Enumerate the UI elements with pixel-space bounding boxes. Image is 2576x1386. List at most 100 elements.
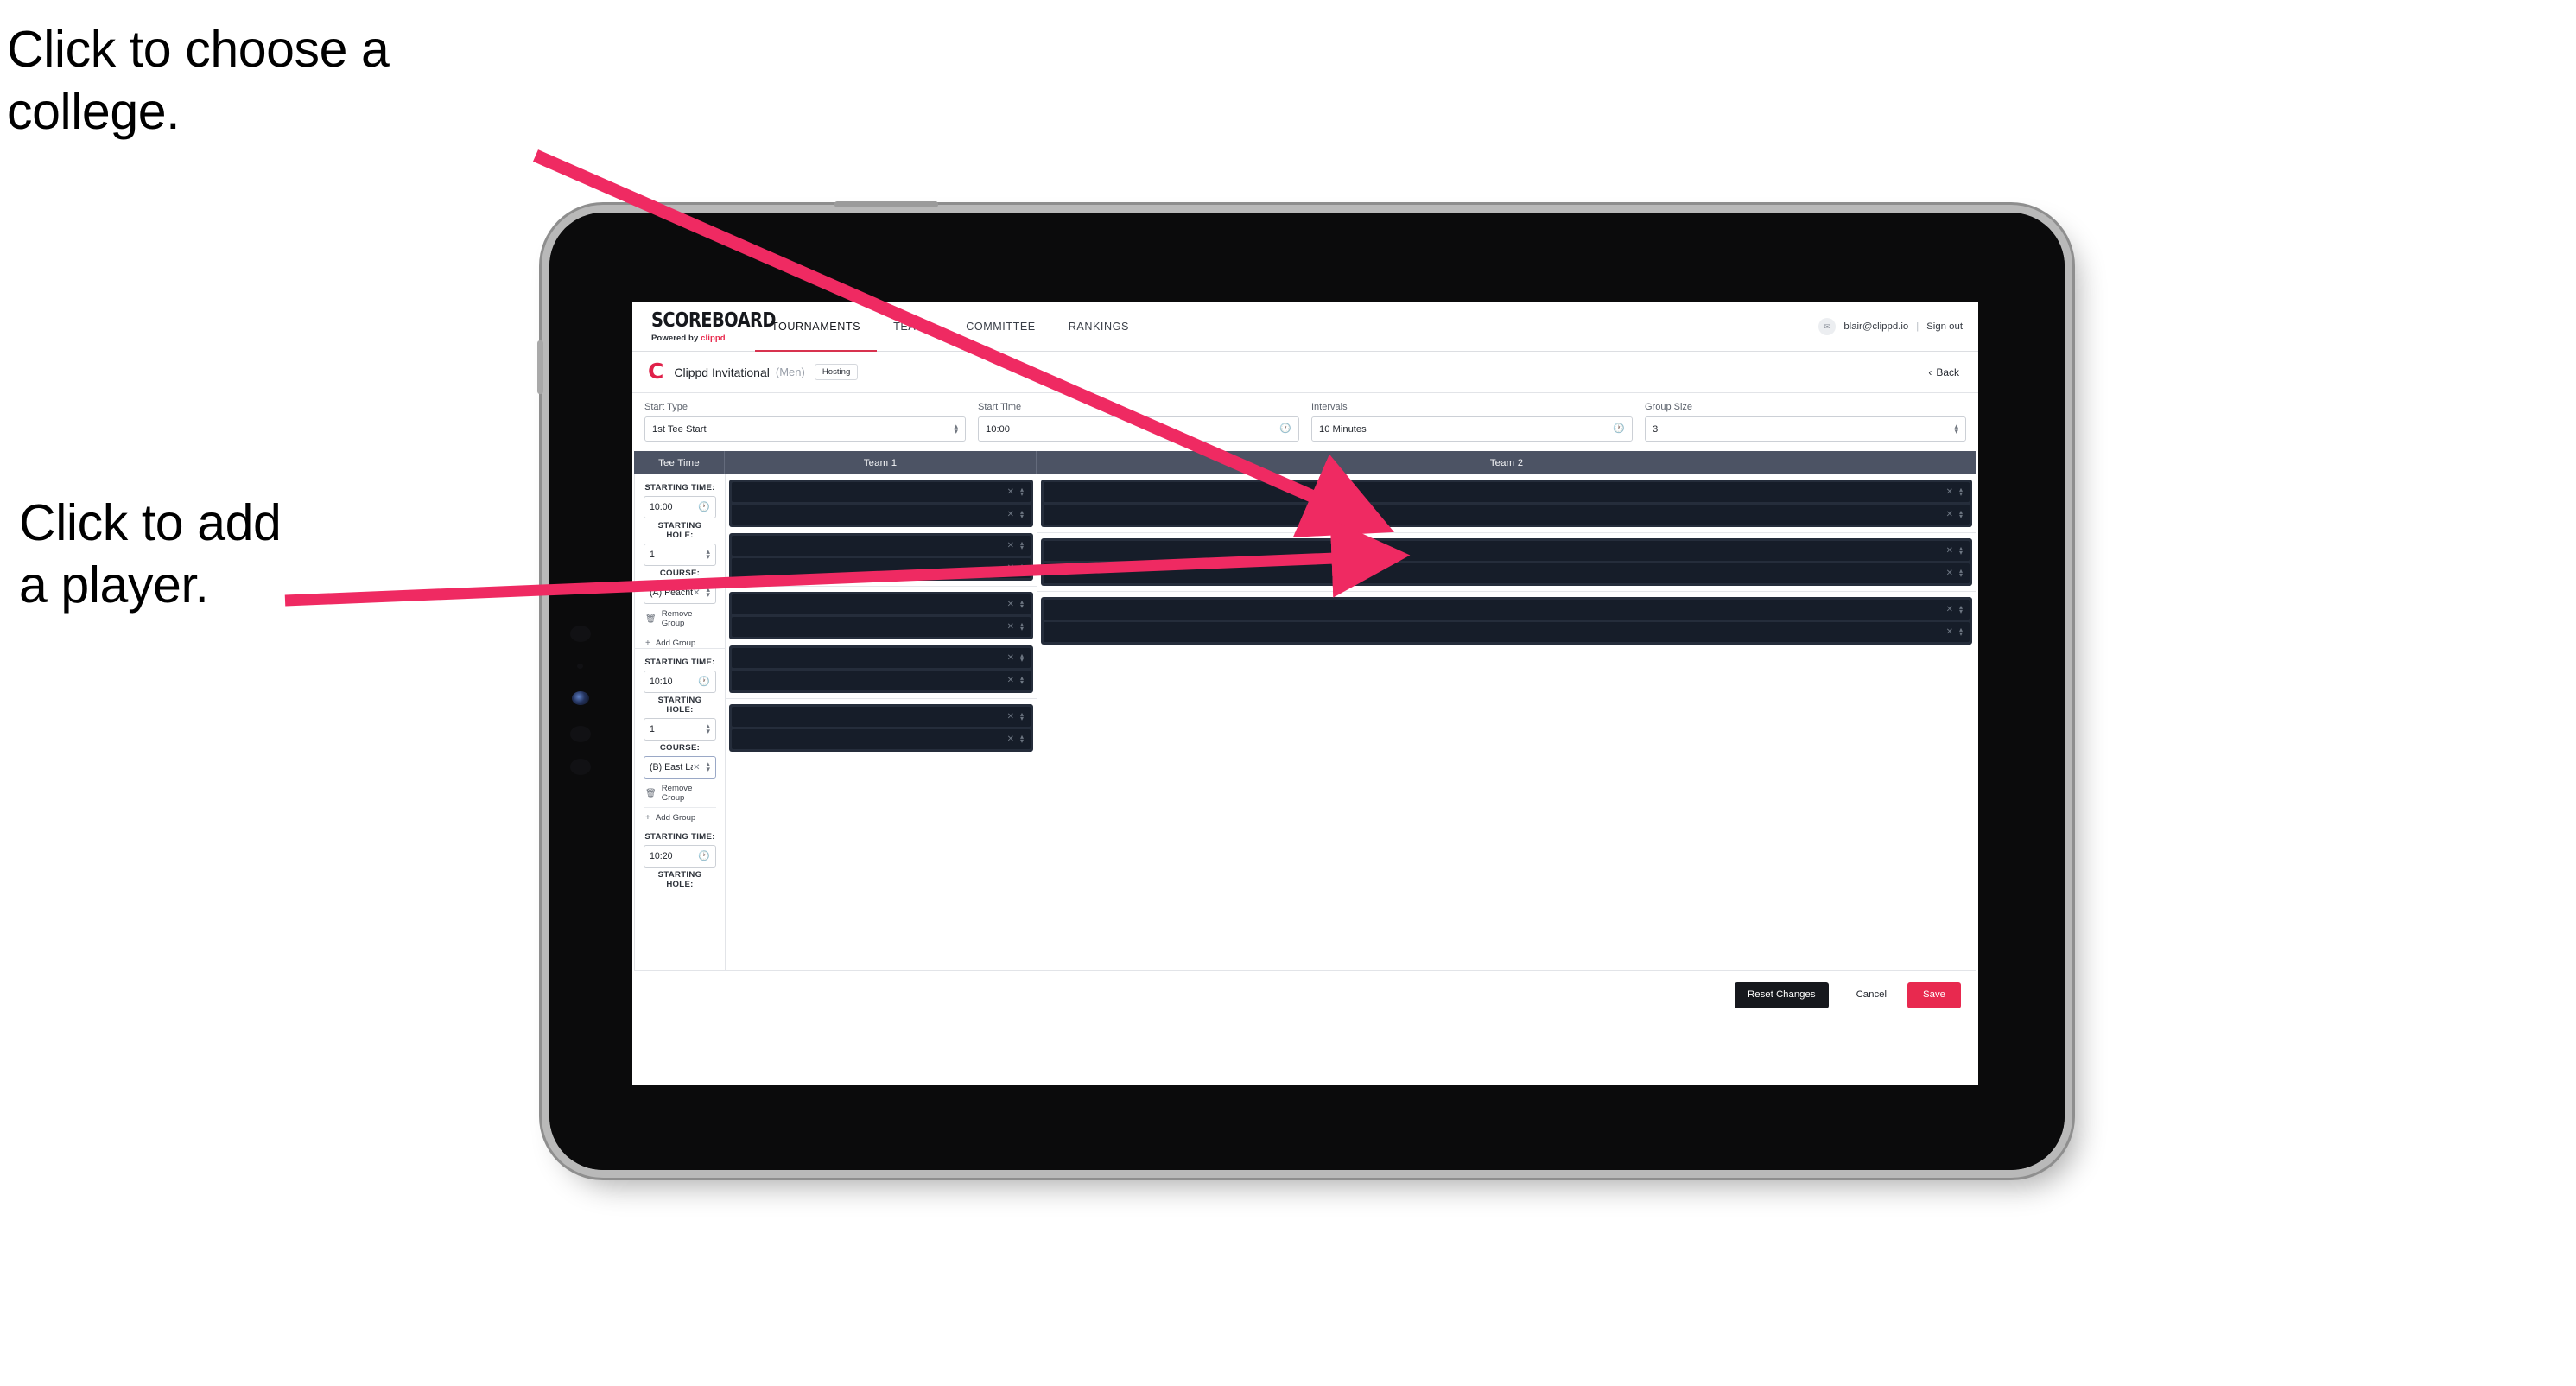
remove-player-icon[interactable]: ✕: [1007, 600, 1014, 609]
remove-player-icon[interactable]: ✕: [1946, 627, 1953, 637]
remove-player-icon[interactable]: ✕: [1007, 676, 1014, 685]
stepper-icon[interactable]: ▴ ▾: [1020, 674, 1024, 685]
player-row[interactable]: ✕ ▴ ▾: [1044, 541, 1970, 561]
starting-hole-input-1[interactable]: 1 ▴ ▾: [644, 544, 716, 566]
save-button[interactable]: Save: [1907, 982, 1961, 1008]
account-separator: |: [1916, 321, 1919, 332]
player-row[interactable]: ✕ ▴ ▾: [1044, 600, 1970, 620]
label-course: COURSE:: [659, 569, 701, 578]
annotation-add-player: Click to add a player.: [19, 494, 282, 614]
course-select-1[interactable]: (A) Peachtree GC ✕ ▴▾: [644, 582, 716, 604]
tee-group-1: STARTING TIME: 10:00 🕐 STARTING HOLE: 1 …: [635, 474, 725, 649]
starting-time-input-2[interactable]: 10:10 🕐: [644, 671, 716, 693]
remove-player-icon[interactable]: ✕: [1007, 487, 1014, 497]
remove-player-icon[interactable]: ✕: [1946, 510, 1953, 519]
brand-wordmark: SCOREBOARD: [651, 307, 776, 332]
schedule-table-body: STARTING TIME: 10:00 🕐 STARTING HOLE: 1 …: [634, 474, 1976, 971]
control-group-size-label: Group Size: [1645, 402, 1693, 412]
reset-changes-button[interactable]: Reset Changes: [1735, 982, 1829, 1008]
team1-group-1: ✕ ▴ ▾ ✕ ▴ ▾ ✕ ▴ ▾ ✕ ▴ ▾: [726, 474, 1037, 587]
nav-tab-tournaments[interactable]: TOURNAMENTS: [755, 302, 878, 353]
remove-player-icon[interactable]: ✕: [1946, 605, 1953, 614]
control-start-type-label: Start Type: [644, 402, 688, 412]
remove-player-icon[interactable]: ✕: [1007, 541, 1014, 550]
player-row[interactable]: ✕ ▴ ▾: [732, 558, 1031, 578]
stepper-icon[interactable]: ▴ ▾: [1020, 733, 1024, 744]
player-row[interactable]: ✕ ▴ ▾: [732, 505, 1031, 525]
stepper-icon[interactable]: ▴ ▾: [1020, 562, 1024, 573]
player-row[interactable]: ✕ ▴ ▾: [1044, 622, 1970, 642]
starting-time-input-3[interactable]: 10:20 🕐: [644, 845, 716, 868]
remove-group-button-1[interactable]: 🗑 Remove Group: [644, 604, 716, 633]
tournament-gender: (Men): [775, 366, 805, 378]
remove-player-icon[interactable]: ✕: [1007, 510, 1014, 519]
camera-icon: [572, 691, 589, 705]
stepper-icon[interactable]: ▴ ▾: [1959, 626, 1963, 637]
player-row[interactable]: ✕ ▴ ▾: [732, 729, 1031, 749]
stepper-icon[interactable]: ▴ ▾: [1020, 539, 1024, 550]
player-row[interactable]: ✕ ▴ ▾: [732, 617, 1031, 637]
stepper-icon[interactable]: ▴ ▾: [1020, 486, 1024, 497]
stepper-icon[interactable]: ▴ ▾: [1959, 508, 1963, 519]
stepper-icon[interactable]: ▴ ▾: [1959, 486, 1963, 497]
cancel-button[interactable]: Cancel: [1848, 982, 1895, 1008]
remove-player-icon[interactable]: ✕: [1946, 546, 1953, 556]
stepper-icon[interactable]: ▴ ▾: [1020, 508, 1024, 519]
stepper-icon[interactable]: ▴ ▾: [1959, 544, 1963, 556]
player-row[interactable]: ✕ ▴ ▾: [732, 536, 1031, 556]
course-select-2[interactable]: (B) East Lake GC ✕ ▴▾: [644, 756, 716, 779]
remove-player-icon[interactable]: ✕: [1007, 622, 1014, 632]
player-row[interactable]: ✕ ▴ ▾: [1044, 505, 1970, 525]
player-row[interactable]: ✕ ▴ ▾: [732, 648, 1031, 668]
clear-icon[interactable]: ✕: [693, 763, 700, 772]
stepper-icon[interactable]: ▴ ▾: [1959, 603, 1963, 614]
clear-icon[interactable]: ✕: [693, 588, 700, 598]
nav-tab-rankings[interactable]: RANKINGS: [1052, 302, 1145, 351]
add-group-button-2[interactable]: + Add Group: [644, 808, 716, 823]
account-email: blair@clippd.io: [1843, 321, 1909, 332]
starting-time-input-1[interactable]: 10:00 🕐: [644, 496, 716, 518]
start-time-input[interactable]: 10:00 🕐: [978, 416, 1299, 442]
avatar-glyph-icon: ✉: [1824, 321, 1831, 331]
group-size-select[interactable]: 3 ▴ ▾: [1645, 416, 1966, 442]
plus-icon: +: [645, 639, 650, 648]
remove-player-icon[interactable]: ✕: [1007, 712, 1014, 722]
stepper-icon[interactable]: ▴ ▾: [1020, 710, 1024, 722]
add-group-button-1[interactable]: + Add Group: [644, 633, 716, 648]
remove-player-icon[interactable]: ✕: [1007, 653, 1014, 663]
player-row[interactable]: ✕ ▴ ▾: [732, 707, 1031, 727]
remove-player-icon[interactable]: ✕: [1007, 563, 1014, 573]
volume-button[interactable]: [537, 340, 543, 394]
brand-logo[interactable]: SCOREBOARD Powered by clippd: [632, 302, 776, 351]
player-row[interactable]: ✕ ▴ ▾: [1044, 563, 1970, 583]
back-button[interactable]: ‹ Back: [1928, 366, 1963, 378]
stepper-icon[interactable]: ▴ ▾: [1020, 652, 1024, 663]
intervals-input[interactable]: 10 Minutes 🕐: [1311, 416, 1633, 442]
avatar[interactable]: ✉: [1818, 318, 1837, 335]
remove-player-icon[interactable]: ✕: [1946, 569, 1953, 578]
remove-player-icon[interactable]: ✕: [1007, 734, 1014, 744]
player-row[interactable]: ✕ ▴ ▾: [1044, 482, 1970, 502]
clock-icon: 🕐: [1279, 423, 1291, 434]
sign-out-link[interactable]: Sign out: [1926, 321, 1963, 332]
starting-hole-input-2[interactable]: 1 ▴ ▾: [644, 718, 716, 741]
stepper-icon[interactable]: ▴ ▾: [1020, 598, 1024, 609]
nav-tab-committee[interactable]: COMMITTEE: [949, 302, 1052, 351]
top-navbar: SCOREBOARD Powered by clippd TOURNAMENTS…: [632, 302, 1978, 353]
intervals-value: 10 Minutes: [1319, 423, 1367, 435]
start-type-select[interactable]: 1st Tee Start ▴ ▾: [644, 416, 966, 442]
team1-group-2: ✕ ▴ ▾ ✕ ▴ ▾ ✕ ▴ ▾ ✕ ▴ ▾: [726, 587, 1037, 699]
clock-icon: 🕐: [698, 501, 710, 512]
stepper-icon[interactable]: ▴ ▾: [1020, 620, 1024, 632]
player-row[interactable]: ✕ ▴ ▾: [732, 671, 1031, 690]
label-starting-time: STARTING TIME:: [644, 832, 715, 842]
clippd-logo-icon: C: [648, 359, 664, 384]
player-row[interactable]: ✕ ▴ ▾: [732, 482, 1031, 502]
power-button[interactable]: [834, 201, 938, 207]
player-row[interactable]: ✕ ▴ ▾: [732, 594, 1031, 614]
remove-player-icon[interactable]: ✕: [1946, 487, 1953, 497]
remove-group-button-2[interactable]: 🗑 Remove Group: [644, 779, 716, 808]
trash-icon: 🗑: [645, 788, 657, 798]
stepper-icon[interactable]: ▴ ▾: [1959, 567, 1963, 578]
nav-tab-teams[interactable]: TEAMS: [877, 302, 949, 351]
